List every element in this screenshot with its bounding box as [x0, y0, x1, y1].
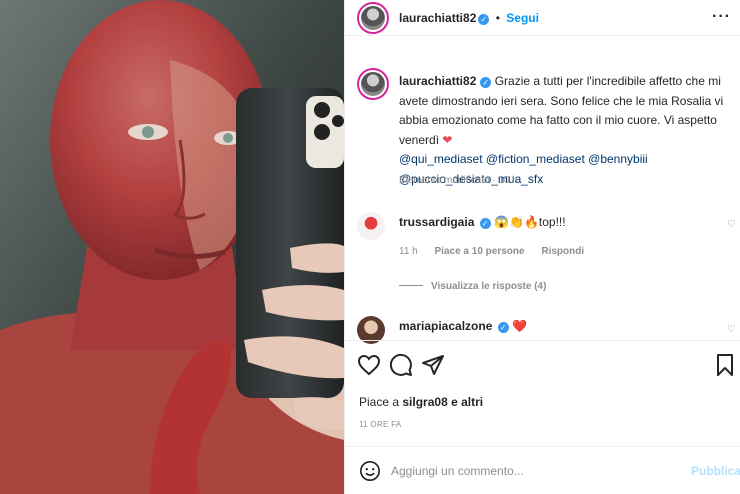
view-replies-link[interactable]: Visualizza le risposte (4)	[431, 281, 546, 292]
follow-button[interactable]: Segui	[506, 11, 539, 25]
author-avatar[interactable]	[357, 2, 389, 34]
comment-text: 😱👏🔥top!!!	[494, 215, 566, 229]
post-sidebar: laurachiatti82 ✓ • Segui ··· laurachiatti…	[344, 0, 740, 494]
like-comment-heart-icon[interactable]: ♡	[727, 219, 736, 230]
publish-button[interactable]: Pubblica	[691, 464, 740, 478]
selfie-image	[0, 0, 344, 494]
comment-meta: 11 h Piace a 10 persone Rispondi	[399, 246, 598, 257]
separator-dot: •	[495, 11, 500, 25]
share-paper-plane-icon[interactable]	[421, 353, 445, 377]
comment-avatar[interactable]	[357, 212, 385, 240]
mention-link[interactable]: @qui_mediaset	[399, 152, 483, 166]
view-replies-row[interactable]: Visualizza le risposte (4)	[399, 281, 560, 292]
author-username-row: laurachiatti82 ✓ • Segui	[399, 11, 539, 25]
comment-row: trussardigaia ✓ 😱👏🔥top!!!	[399, 215, 566, 229]
caption-time[interactable]: 10 h	[499, 175, 518, 186]
caption-username[interactable]: laurachiatti82	[399, 74, 476, 88]
save-bookmark-icon[interactable]	[713, 353, 737, 377]
caption: laurachiatti82 ✓ Grazie a tutti per l'inc…	[399, 72, 729, 189]
verified-badge-icon: ✓	[497, 322, 509, 333]
comment-likes[interactable]: Piace a 10 persone	[435, 246, 525, 257]
caption-meta: Elemento modificato · 10 h	[399, 175, 518, 186]
instagram-post: laurachiatti82 ✓ • Segui ··· laurachiatti…	[0, 0, 740, 494]
comment-time[interactable]: 11 h	[399, 246, 418, 257]
comment-bubble-icon[interactable]	[389, 353, 413, 377]
likes-prefix: Piace a	[359, 395, 400, 409]
post-header: laurachiatti82 ✓ • Segui ···	[345, 0, 740, 36]
replies-line	[399, 285, 423, 286]
verified-badge-icon: ✓	[478, 14, 490, 25]
author-username[interactable]: laurachiatti82	[399, 11, 476, 25]
comment-input[interactable]: Aggiungi un commento...	[391, 464, 524, 478]
add-comment-bar: Aggiungi un commento... Pubblica	[345, 446, 740, 494]
like-heart-icon[interactable]	[357, 353, 381, 377]
reply-button[interactable]: Rispondi	[541, 246, 584, 257]
more-options-icon[interactable]: ···	[712, 8, 731, 26]
post-photo[interactable]	[0, 0, 344, 494]
comment-username[interactable]: mariapiacalzone	[399, 319, 492, 333]
likes-summary: Piace a silgra08 e altri	[359, 395, 483, 409]
comment-username[interactable]: trussardigaia	[399, 215, 474, 229]
emoji-smiley-icon[interactable]	[359, 460, 381, 482]
comment-text: ❤️	[512, 319, 528, 333]
caption-avatar[interactable]	[357, 68, 389, 100]
mention-link[interactable]: @fiction_mediaset	[486, 152, 585, 166]
heart-emoji-icon: ❤	[442, 132, 453, 147]
action-bar	[345, 340, 740, 386]
likes-others[interactable]: e altri	[451, 395, 483, 409]
comment-row: mariapiacalzone ✓ ❤️	[399, 319, 527, 333]
verified-badge-icon: ✓	[479, 218, 491, 229]
mention-link[interactable]: @bennybiii	[588, 152, 648, 166]
like-comment-heart-icon[interactable]: ♡	[727, 324, 736, 335]
liked-by-user[interactable]: silgra08	[402, 395, 447, 409]
verified-badge-icon: ✓	[480, 77, 492, 88]
post-timestamp[interactable]: 11 ORE FA	[359, 420, 402, 429]
edited-label: Elemento modificato	[399, 175, 490, 186]
